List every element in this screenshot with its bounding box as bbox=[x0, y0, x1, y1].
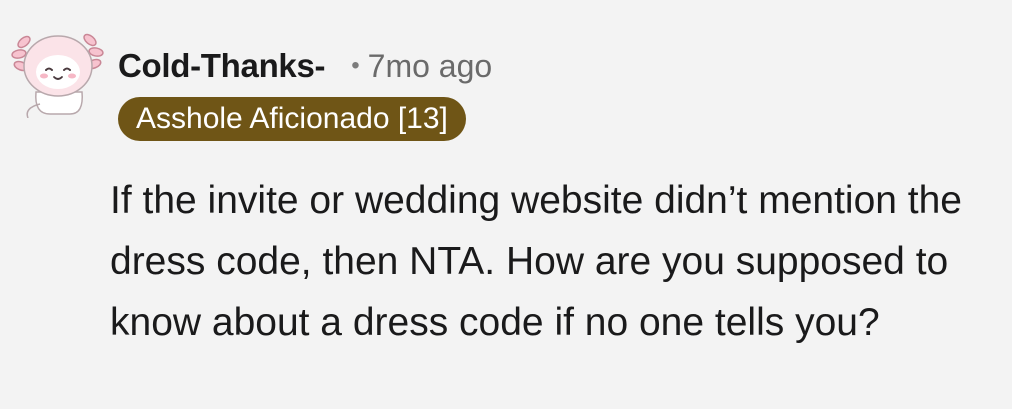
comment-card: Cold-Thanks- • 7mo ago Asshole Aficionad… bbox=[0, 0, 1012, 409]
axolotl-avatar-icon bbox=[11, 33, 104, 118]
user-avatar[interactable] bbox=[10, 22, 106, 118]
comment-body: If the invite or wedding website didn’t … bbox=[110, 179, 963, 344]
meta-separator: • bbox=[351, 52, 360, 79]
user-flair-badge: Asshole Aficionado [13] bbox=[118, 97, 466, 141]
timestamp-link[interactable]: 7mo ago bbox=[368, 48, 493, 85]
comment-header: Cold-Thanks- • 7mo ago bbox=[118, 44, 492, 88]
username-link[interactable]: Cold-Thanks- bbox=[118, 47, 326, 85]
